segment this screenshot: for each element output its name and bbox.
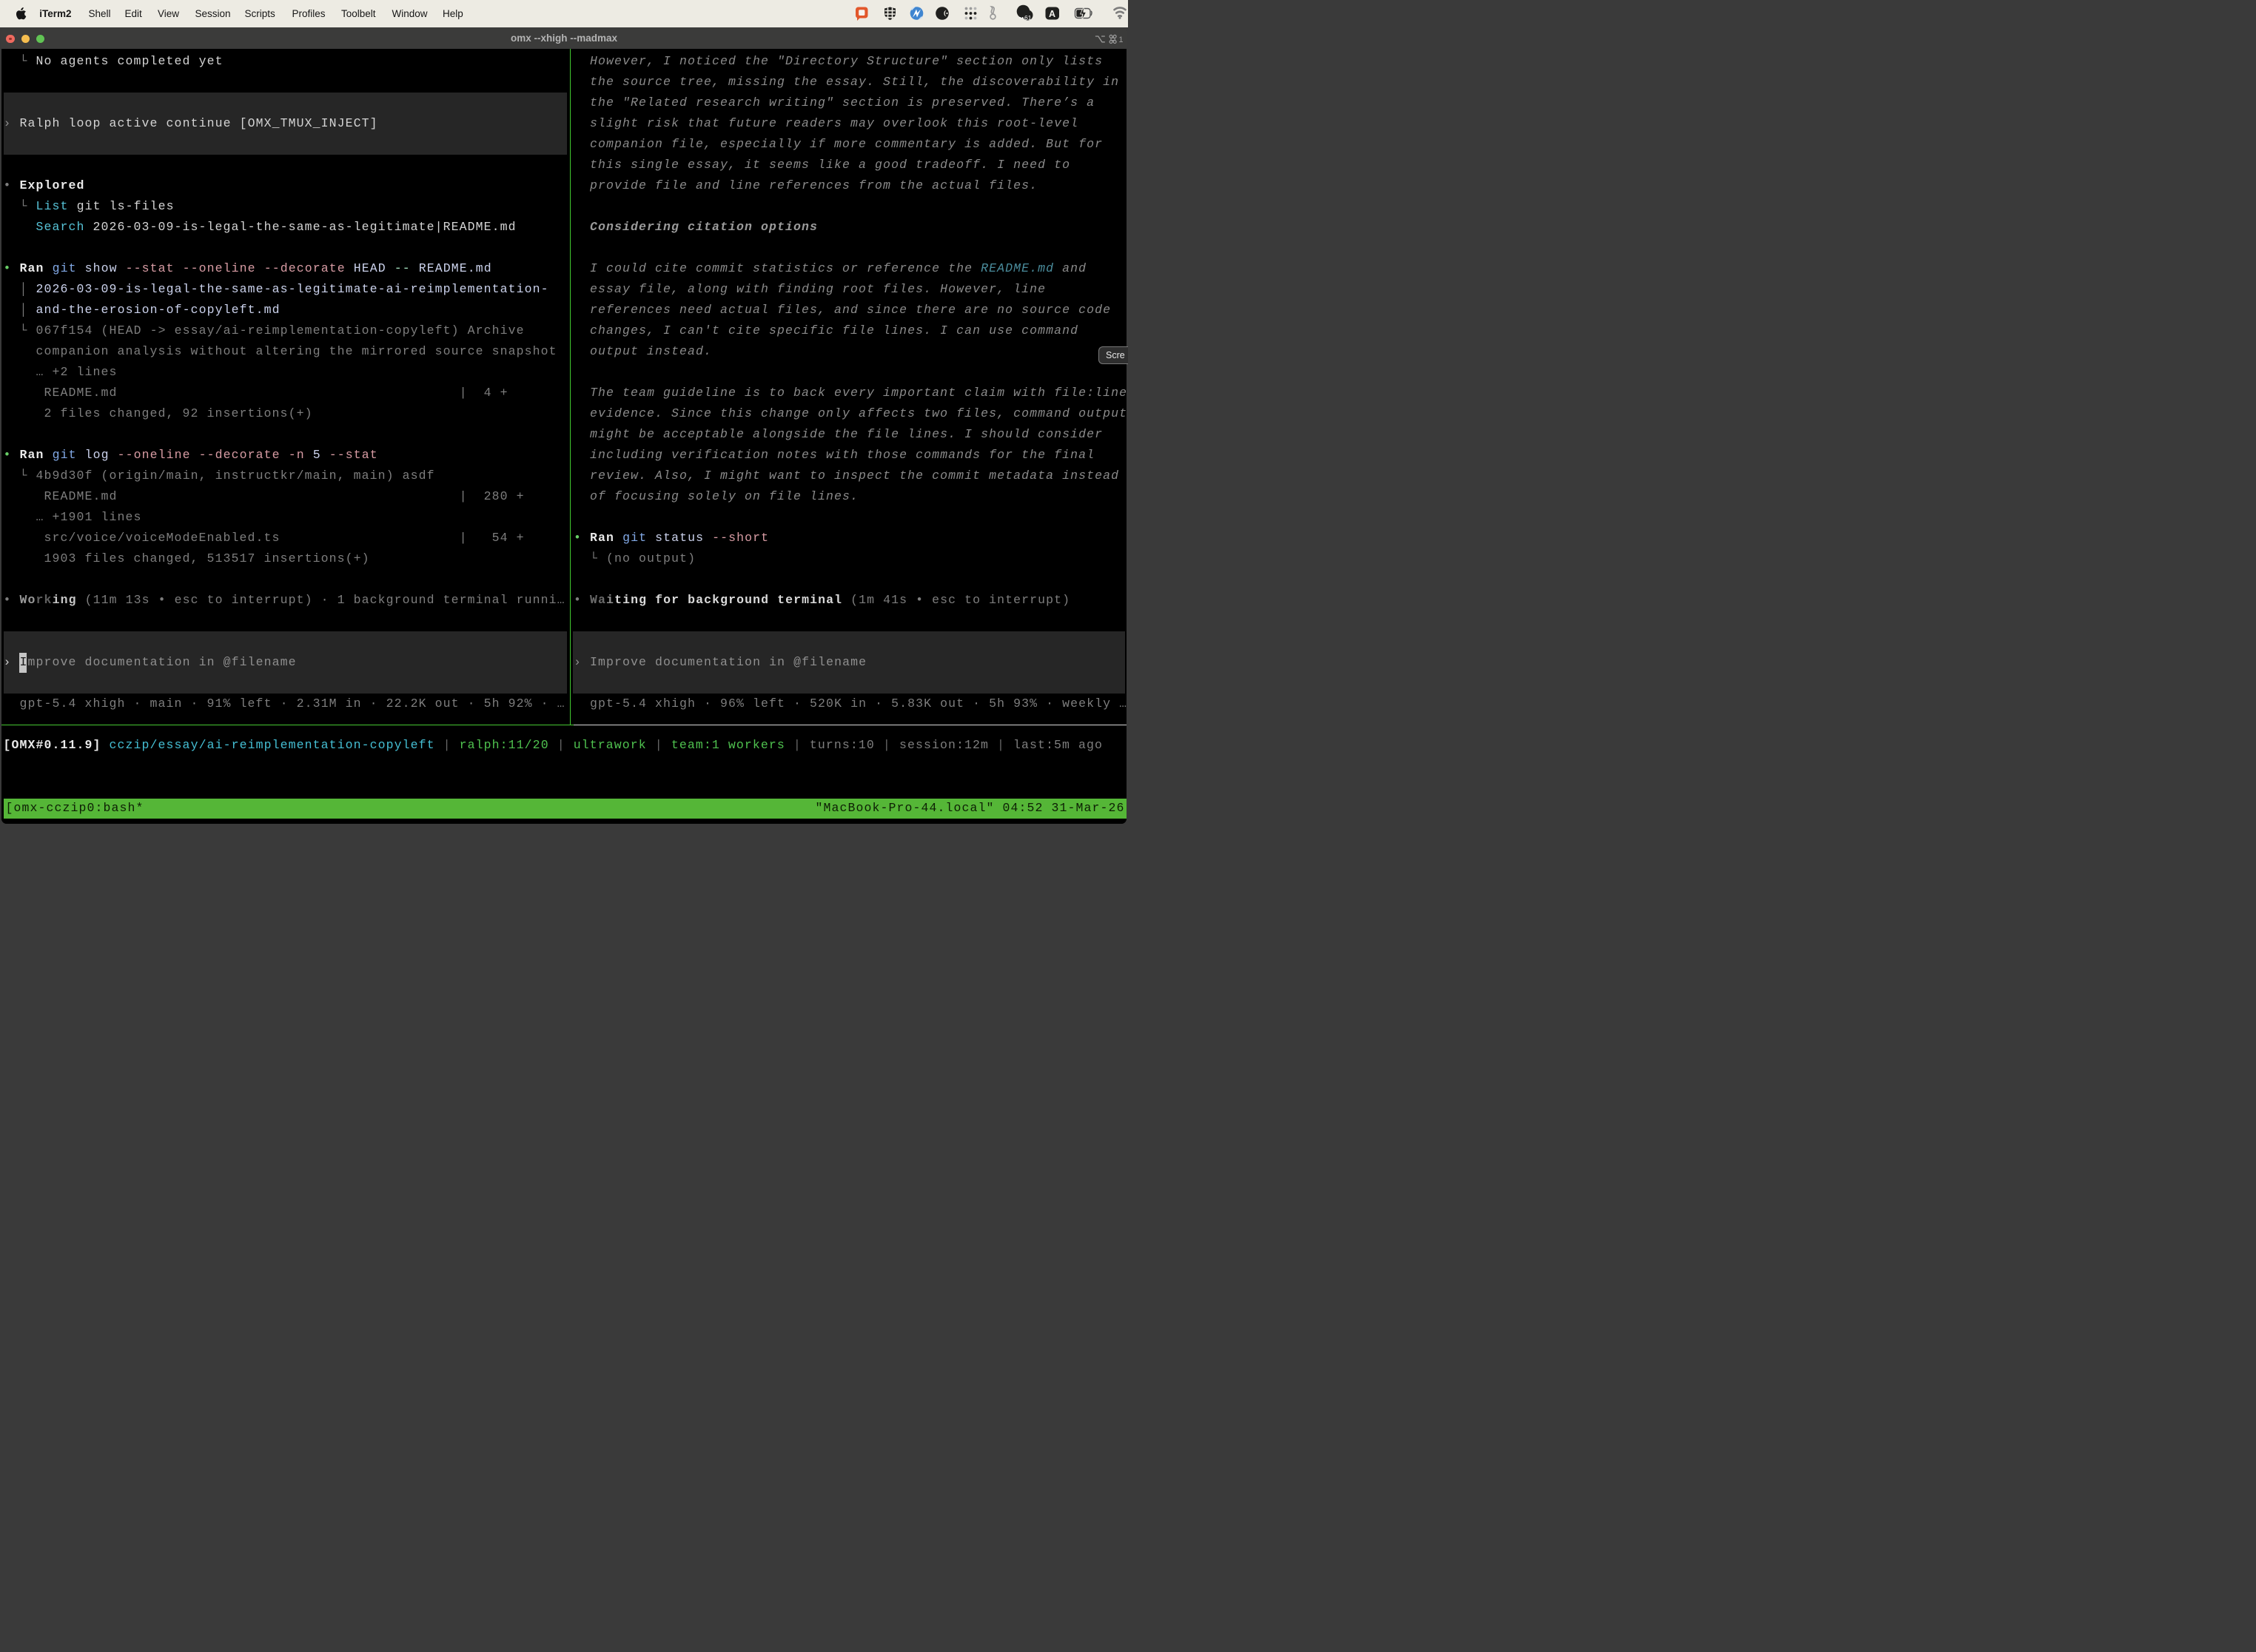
svg-text:1: 1 (1118, 35, 1123, 44)
svg-text:61: 61 (1024, 14, 1032, 21)
svg-text:A: A (1049, 9, 1055, 19)
